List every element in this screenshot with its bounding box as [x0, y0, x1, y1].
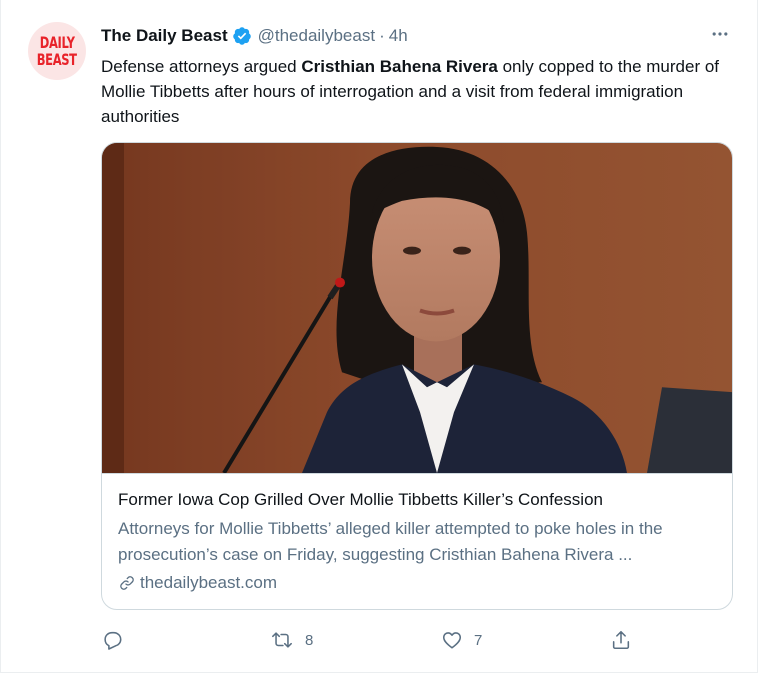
tweet-text: Defense attorneys argued Cristhian Bahen… — [101, 54, 721, 129]
card-domain-text: thedailybeast.com — [140, 573, 278, 592]
more-icon[interactable] — [708, 22, 732, 46]
card-description: Attorneys for Mollie Tibbetts’ alleged k… — [118, 519, 663, 564]
verified-badge-icon — [232, 27, 251, 45]
display-name[interactable]: The Daily Beast — [101, 26, 228, 46]
card-title[interactable]: Former Iowa Cop Grilled Over Mollie Tibb… — [118, 487, 718, 512]
like-button[interactable]: 7 — [441, 625, 482, 655]
link-icon — [120, 575, 134, 590]
like-count: 7 — [474, 631, 483, 649]
avatar-logo-line-1: DAILY — [39, 33, 75, 52]
like-icon — [442, 632, 462, 649]
card-domain[interactable]: thedailybeast.com — [118, 570, 718, 595]
tweet[interactable]: DAILY BEAST The Daily Beast @thedailybea… — [0, 0, 758, 673]
card-body: Former Iowa Cop Grilled Over Mollie Tibb… — [118, 487, 718, 595]
link-card[interactable]: Former Iowa Cop Grilled Over Mollie Tibb… — [101, 142, 733, 610]
card-image — [102, 143, 732, 474]
retweet-count: 8 — [305, 631, 314, 649]
retweet-icon — [272, 632, 292, 648]
handle[interactable]: @thedailybeast — [258, 26, 375, 46]
tweet-header: The Daily Beast @thedailybeast · 4h — [101, 24, 408, 48]
timestamp[interactable]: 4h — [389, 26, 408, 46]
tweet-text-start: Defense attorneys argued — [101, 57, 302, 76]
header-separator: · — [379, 26, 385, 45]
share-button[interactable] — [610, 625, 632, 655]
tweet-text-bold-name: Cristhian Bahena Rivera — [301, 57, 498, 76]
share-icon — [612, 630, 630, 650]
tweet-actions: 8 7 — [1, 620, 758, 660]
reply-icon — [104, 631, 122, 650]
avatar-logo-line-2: BEAST — [37, 50, 77, 69]
reply-button[interactable] — [101, 625, 134, 655]
avatar[interactable]: DAILY BEAST — [28, 22, 86, 80]
retweet-button[interactable]: 8 — [270, 625, 313, 655]
